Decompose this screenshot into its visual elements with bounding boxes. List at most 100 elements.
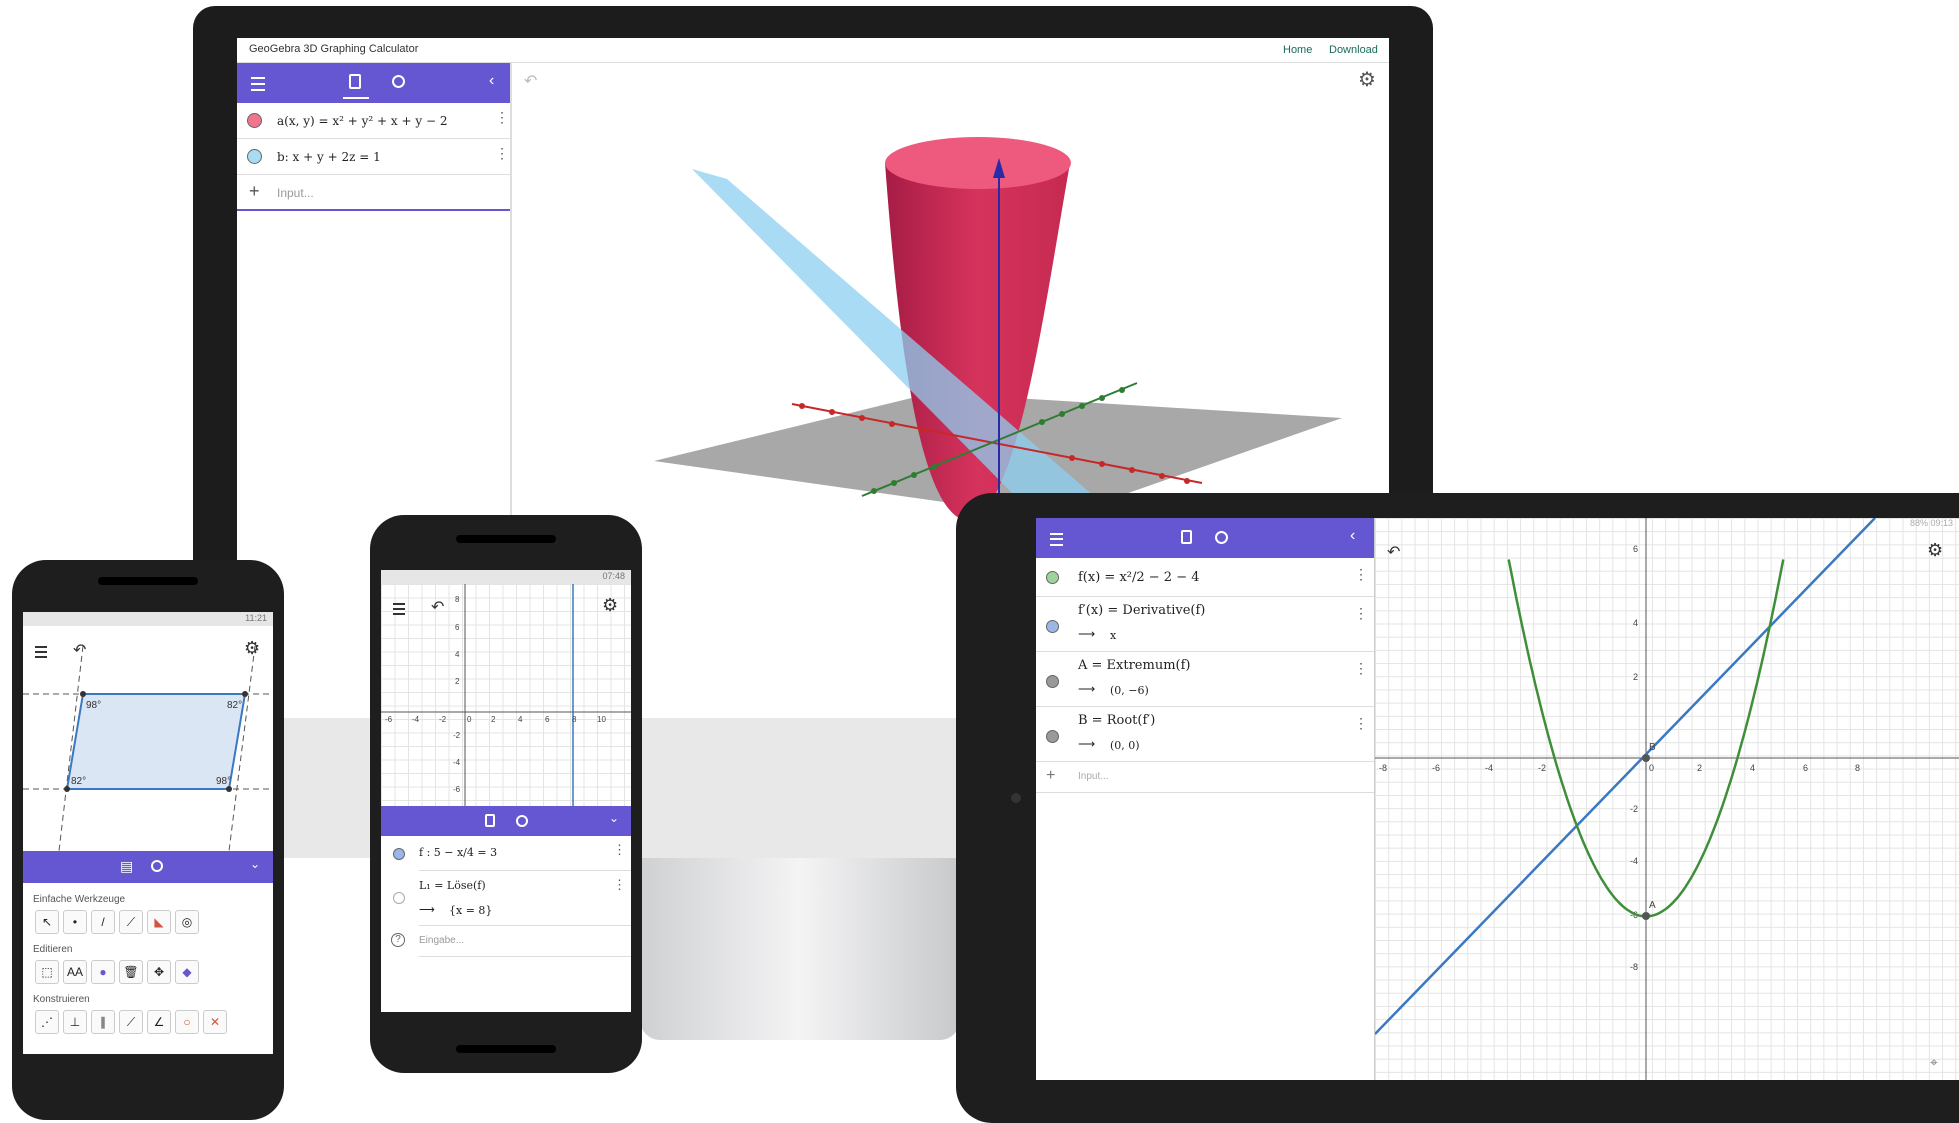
calculator-tab-icon[interactable] [485,814,495,827]
phone-left-screen: 11:21 ↶ ⚙ 98° 82° 82° 98° ▤ ⌄ Einfache W… [23,612,273,1054]
algebra-row-f[interactable]: f : 5 − x/4 = 3 ⋮ [419,836,631,871]
section-title: Konstruieren [33,994,90,1005]
speaker-grille [456,535,556,543]
move-view-tool-icon[interactable]: ✥ [147,960,171,984]
visibility-dot-b[interactable] [247,149,262,164]
visibility-dot-f[interactable] [393,848,405,860]
tools-tab-icon[interactable] [1215,531,1228,544]
polar-tool-icon[interactable]: ✕ [203,1010,227,1034]
tangent-tool-icon[interactable]: ○ [175,1010,199,1034]
status-time: 07:48 [602,571,625,581]
algebra-expr-fprime[interactable]: f′(x) = Derivative(f) [1078,603,1205,618]
collapse-chevron-icon[interactable]: ‹ [1350,527,1355,545]
algebra-row-a[interactable]: a(x, y) = x² + y² + x + y − 2 ⋮ [237,103,510,139]
y-tick-label: 6 [1633,544,1638,554]
algebra-row-B[interactable]: B = Root(f′) ⟶ (0, 0) ⋮ [1036,707,1374,762]
line-tool-icon[interactable]: ⟋ [119,910,143,934]
text-style-tool[interactable]: AA [63,960,87,984]
delete-tool-icon[interactable]: 🗑 [119,960,143,984]
algebra-row-b[interactable]: b: x + y + 2z = 1 ⋮ [237,139,510,175]
y-tick-label: 2 [455,677,460,686]
algebra-expr-l1[interactable]: L₁ = Löse(f) [419,879,486,892]
chevron-down-icon[interactable]: ⌄ [609,811,619,825]
midpoint-tool-icon[interactable]: ⋰ [35,1010,59,1034]
derivative-line [1375,518,1876,1035]
y-tick-label: 2 [1633,672,1638,682]
point-B [1642,754,1650,762]
calculator-tab-icon[interactable] [1181,530,1192,544]
algebra-row-l1[interactable]: L₁ = Löse(f) ⟶ {x = 8} ⋮ [419,871,631,926]
polygon-tool-icon[interactable]: ◣ [147,910,171,934]
select-tool-icon[interactable]: ⬚ [35,960,59,984]
y-tick-label: 4 [455,650,460,659]
help-icon[interactable]: ? [391,933,405,947]
algebra-row-A[interactable]: A = Extremum(f) ⟶ (0, −6) ⋮ [1036,652,1374,707]
angle-bisector-tool-icon[interactable]: ∠ [147,1010,171,1034]
status-bar: 11:21 [23,612,273,626]
more-options-icon[interactable]: ⋮ [1354,605,1368,622]
algebra-input-row[interactable]: Eingabe... [419,926,631,957]
more-options-icon[interactable]: ⋮ [1354,566,1368,583]
bisector-tool-icon[interactable]: ⟋ [119,1010,143,1034]
y-tick-label: -2 [453,731,461,740]
more-options-icon[interactable]: ⋮ [495,109,509,126]
angle-label: 82° [227,700,242,711]
show-hide-tool-icon[interactable]: ● [91,960,115,984]
geometry-view[interactable]: ↶ ⚙ 98° 82° 82° 98° [23,626,273,851]
document-icon[interactable]: ▤ [120,858,133,875]
add-icon[interactable]: + [249,181,260,202]
algebra-expr-B[interactable]: B = Root(f′) [1078,713,1155,728]
visibility-dot-fprime[interactable] [1046,620,1059,633]
move-tool-icon[interactable]: ↖ [35,910,59,934]
algebra-row-f[interactable]: f(x) = x²/2 − 2 − 4 ⋮ [1036,558,1374,597]
visibility-dot-l1[interactable] [393,892,405,904]
visibility-dot-f[interactable] [1046,571,1059,584]
tools-tab-icon[interactable] [516,815,528,827]
point-tool-icon[interactable]: • [63,910,87,934]
algebra-input[interactable]: Input... [1078,771,1109,782]
tools-tab-icon[interactable] [151,860,163,872]
nav-home-link[interactable]: Home [1283,44,1312,56]
algebra-expr-A[interactable]: A = Extremum(f) [1078,658,1190,673]
graph-2d-canvas: 8 6 4 2 -2 -4 -6 -6 -4 -2 0 2 4 6 8 10 [381,584,631,806]
nav-download-link[interactable]: Download [1329,44,1378,56]
algebra-expr-a[interactable]: a(x, y) = x² + y² + x + y − 2 [277,114,447,128]
add-icon[interactable]: + [1046,767,1055,785]
menu-icon[interactable] [251,77,265,91]
algebra-toolbar: ⌄ [381,806,631,836]
algebra-input-row[interactable]: + Input... [1036,762,1374,793]
more-options-icon[interactable]: ⋮ [1354,660,1368,677]
color-tool-icon[interactable]: ◆ [175,960,199,984]
visibility-dot-B[interactable] [1046,730,1059,743]
segment-tool-icon[interactable]: / [91,910,115,934]
tools-tab-icon[interactable] [392,75,405,88]
more-options-icon[interactable]: ⋮ [1354,715,1368,732]
perpendicular-tool-icon[interactable]: ⊥ [63,1010,87,1034]
algebra-row-fprime[interactable]: f′(x) = Derivative(f) ⟶ x ⋮ [1036,597,1374,652]
circle-tool-icon[interactable]: ◎ [175,910,199,934]
more-options-icon[interactable]: ⋮ [613,877,626,893]
algebra-input-row[interactable]: + Input... [237,175,510,211]
more-options-icon[interactable]: ⋮ [495,145,509,162]
graphing-view[interactable]: ↶ ⚙ 8 6 4 2 -2 -4 -6 -6 -4 -2 0 2 4 6 8 … [381,584,631,806]
more-options-icon[interactable]: ⋮ [613,842,626,858]
menu-icon[interactable] [1050,533,1063,546]
tablet-graphing-view[interactable]: 88% 09:13 ↶ ⚙ ⌖ -8 -6 -4 -2 0 2 4 6 8 6 [1375,518,1959,1080]
algebra-expr-f[interactable]: f(x) = x²/2 − 2 − 4 [1078,570,1200,585]
parallel-tool-icon[interactable]: ∥ [91,1010,115,1034]
algebra-expr-b[interactable]: b: x + y + 2z = 1 [277,150,381,164]
chevron-down-icon[interactable]: ⌄ [250,857,260,871]
visibility-dot-A[interactable] [1046,675,1059,688]
angle-label: 82° [71,776,86,787]
visibility-dot-a[interactable] [247,113,262,128]
calculator-tab-icon[interactable] [349,74,361,89]
y-tick-label: -4 [453,758,461,767]
y-tick-label: -2 [1630,804,1638,814]
algebra-input[interactable]: Input... [277,186,314,200]
status-bar: 07:48 [381,570,631,584]
algebra-input[interactable]: Eingabe... [419,935,464,946]
collapse-chevron-icon[interactable]: ‹ [489,72,494,90]
x-tick-label: 4 [518,715,523,724]
x-tick-label: 2 [491,715,496,724]
algebra-expr-f[interactable]: f : 5 − x/4 = 3 [419,846,497,859]
